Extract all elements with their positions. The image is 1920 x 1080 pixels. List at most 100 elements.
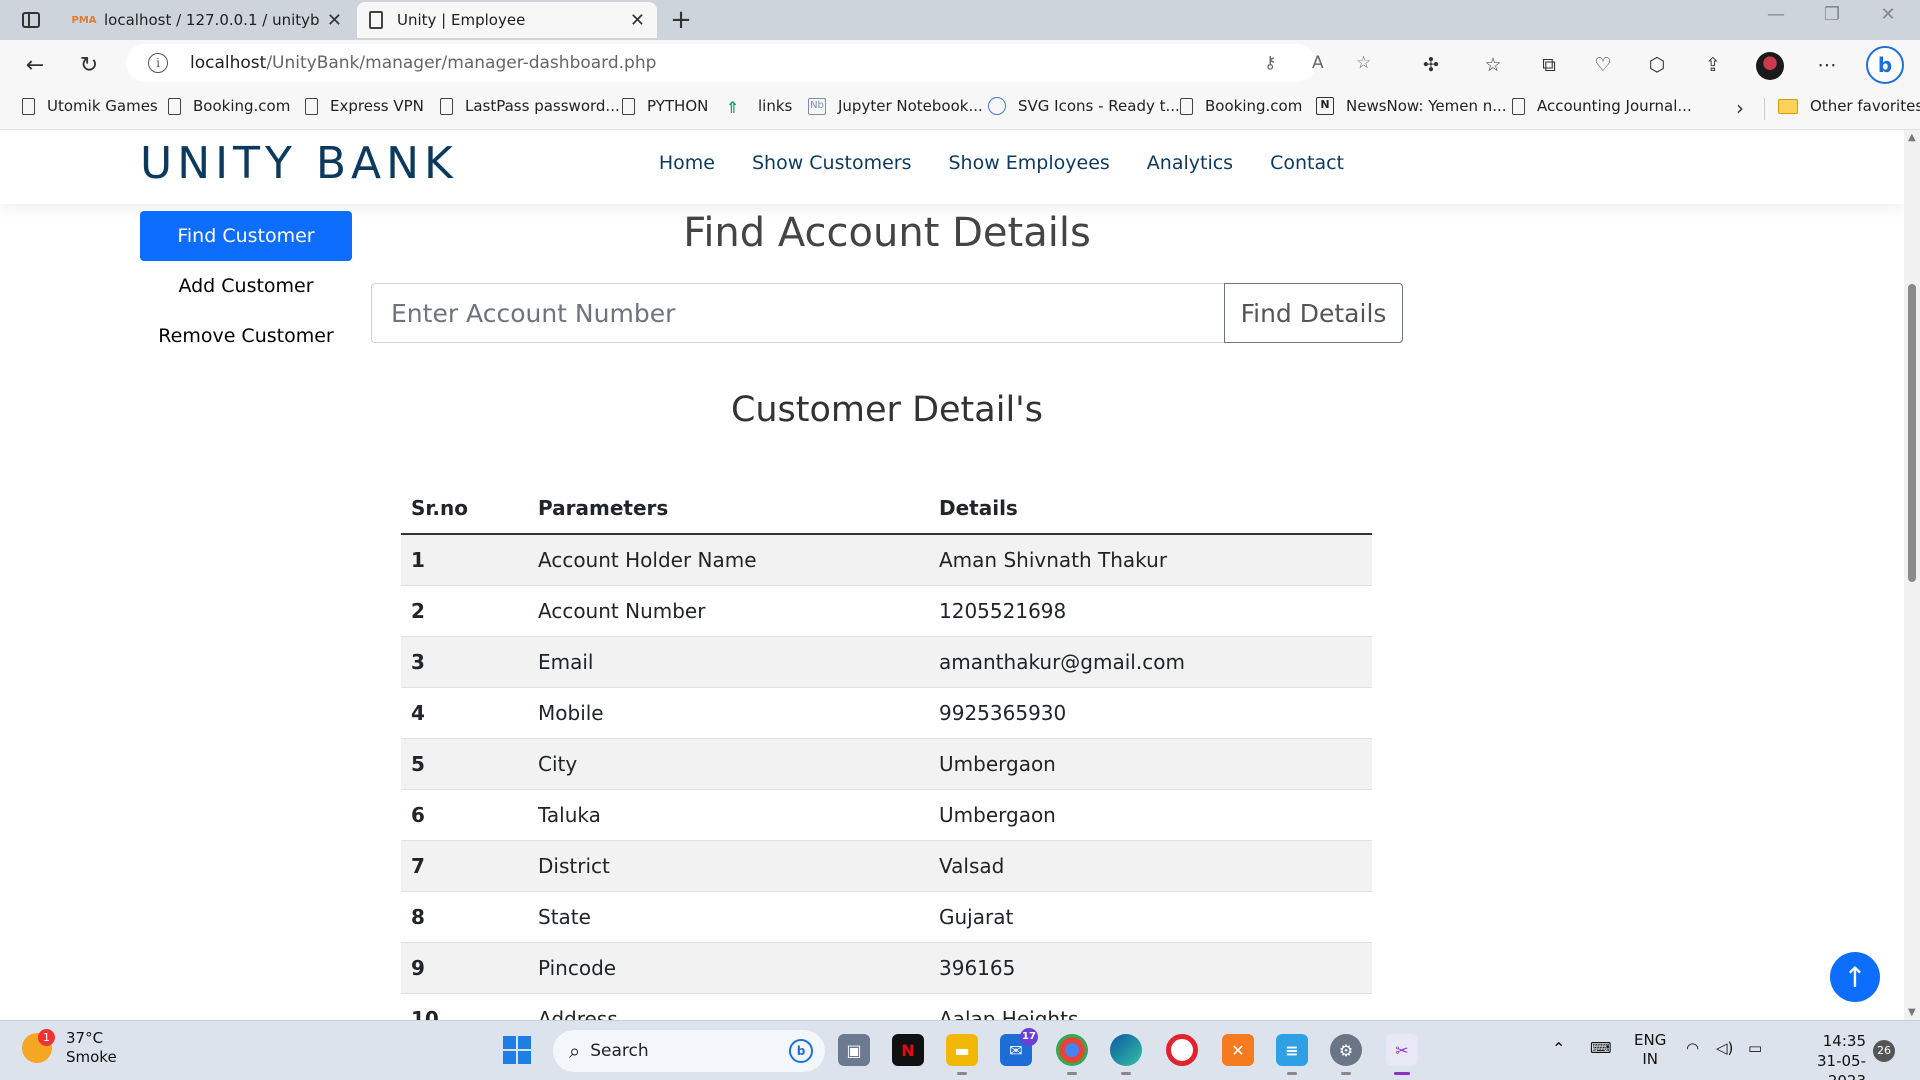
file-explorer-icon[interactable]: ▬ (946, 1034, 978, 1075)
nav-analytics[interactable]: Analytics (1147, 152, 1233, 174)
tab-title: localhost / 127.0.0.1 / unitybank (104, 11, 319, 29)
document-icon (168, 97, 181, 115)
folder-icon (1778, 98, 1798, 114)
bookmark-item[interactable]: Booking.com (168, 97, 290, 115)
bookmark-item[interactable]: ⇑ links (726, 97, 792, 117)
new-tab-button[interactable]: + (666, 5, 696, 35)
scroll-up-icon[interactable]: ▲ (1908, 132, 1916, 143)
weather-badge: 1 (38, 1029, 55, 1046)
reload-button[interactable]: ↻ (72, 48, 106, 82)
cell-parameter: Email (528, 636, 929, 688)
workspaces-icon[interactable]: ⬡ (1644, 52, 1670, 78)
brand-logo[interactable]: UNITY BANK (140, 138, 458, 189)
volume-icon[interactable]: ◁) (1716, 1039, 1733, 1057)
password-key-icon[interactable]: ⚷ (1264, 53, 1276, 73)
chevron-right-icon[interactable]: › (1736, 96, 1744, 120)
cell-srno: 7 (401, 840, 528, 892)
cell-detail: Valsad (929, 840, 1372, 892)
task-view-icon[interactable]: ▣ (838, 1034, 870, 1066)
add-favorite-icon[interactable]: ☆ (1356, 53, 1371, 73)
scroll-down-icon[interactable]: ▼ (1908, 1007, 1916, 1018)
keyboard-icon[interactable]: ⌨ (1590, 1039, 1612, 1057)
scrollbar-thumb[interactable] (1908, 284, 1916, 582)
add-customer-button[interactable]: Add Customer (140, 261, 352, 311)
find-details-button[interactable]: Find Details (1224, 283, 1403, 343)
opera-icon[interactable] (1166, 1034, 1198, 1066)
cell-srno: 6 (401, 789, 528, 841)
clock-time: 14:35 (1822, 1032, 1866, 1050)
battery-icon[interactable]: ▭ (1748, 1039, 1762, 1057)
cell-srno: 8 (401, 891, 528, 943)
bookmark-item[interactable]: SVG Icons - Ready t... (988, 97, 1180, 115)
remove-customer-button[interactable]: Remove Customer (140, 311, 352, 361)
back-button[interactable]: ← (18, 48, 52, 82)
notepad-icon[interactable]: ≡ (1276, 1034, 1308, 1075)
read-aloud-icon[interactable]: A (1312, 53, 1324, 73)
favorites-icon[interactable]: ☆ (1480, 52, 1506, 78)
bookmark-item[interactable]: Booking.com (1180, 97, 1302, 115)
table-row: 7 District Valsad (401, 840, 1372, 892)
nav-show-employees[interactable]: Show Employees (948, 152, 1109, 174)
cell-detail: 396165 (929, 942, 1372, 994)
wifi-icon[interactable]: ◠ (1686, 1039, 1699, 1057)
weather-widget[interactable]: 1 37°C Smoke (22, 1029, 117, 1067)
cell-parameter: City (528, 738, 929, 790)
start-button[interactable] (503, 1036, 531, 1064)
scroll-to-top-button[interactable]: ↑ (1830, 952, 1880, 1002)
mail-icon[interactable]: ✉ 17 (1000, 1028, 1038, 1066)
tab-unity-employee[interactable]: Unity | Employee ✕ (357, 2, 657, 38)
bookmark-item[interactable]: Nb Jupyter Notebook... (808, 97, 983, 115)
bookmark-item[interactable]: Accounting Journal... (1512, 97, 1692, 115)
snipping-tool-icon[interactable]: ✂ (1386, 1034, 1418, 1075)
more-options-icon[interactable]: ⋯ (1814, 52, 1840, 78)
bookmark-item[interactable]: Express VPN (305, 97, 424, 115)
share-icon[interactable]: ⇪ (1700, 52, 1726, 78)
notification-badge[interactable]: 26 (1873, 1040, 1895, 1062)
tab-bar: PMA localhost / 127.0.0.1 / unitybank ✕ … (0, 0, 1920, 40)
address-bar[interactable]: i localhost/UnityBank/manager/manager-da… (126, 44, 1371, 82)
edge-icon[interactable] (1110, 1034, 1142, 1075)
chrome-icon[interactable] (1056, 1034, 1088, 1075)
table-row: 9 Pincode 396165 (401, 942, 1372, 994)
page-scrollbar[interactable]: ▲ ▼ (1904, 130, 1920, 1020)
site-navbar: UNITY BANK Home Show Customers Show Empl… (0, 130, 1904, 204)
other-favorites[interactable]: Other favorites (1778, 97, 1920, 115)
close-tab-icon[interactable]: ✕ (630, 10, 645, 31)
nav-show-customers[interactable]: Show Customers (752, 152, 912, 174)
bookmark-item[interactable]: Utomik Games (22, 97, 158, 115)
nav-contact[interactable]: Contact (1270, 152, 1344, 174)
extensions-icon[interactable]: ✣ (1418, 52, 1444, 78)
cell-detail: Umbergaon (929, 789, 1372, 841)
settings-icon[interactable]: ⚙ (1330, 1034, 1362, 1075)
chevron-up-icon[interactable]: ⌃ (1552, 1039, 1565, 1058)
collections-icon[interactable]: ⧉ (1536, 52, 1562, 78)
table-row: 4 Mobile 9925365930 (401, 687, 1372, 739)
tab-actions-button[interactable] (12, 8, 50, 32)
bing-chat-icon[interactable]: b (1866, 46, 1904, 84)
find-customer-button[interactable]: Find Customer (140, 211, 352, 261)
cell-srno: 9 (401, 942, 528, 994)
nav-home[interactable]: Home (659, 152, 715, 174)
search-icon: ⌕ (569, 1039, 581, 1063)
tab-phpmyadmin[interactable]: PMA localhost / 127.0.0.1 / unitybank ✕ (62, 2, 354, 38)
profile-avatar[interactable] (1756, 52, 1784, 80)
xampp-icon[interactable]: ✕ (1222, 1034, 1254, 1066)
bookmark-item[interactable]: N NewsNow: Yemen n... (1316, 97, 1507, 115)
document-icon (22, 97, 35, 115)
tab-title: Unity | Employee (397, 11, 526, 29)
address-toolbar: ← ↻ i localhost/UnityBank/manager/manage… (0, 40, 1920, 88)
close-window-button[interactable]: ✕ (1868, 4, 1908, 25)
bookmark-item[interactable]: PYTHON (622, 97, 708, 115)
restore-button[interactable]: ❐ (1812, 4, 1852, 25)
bookmark-item[interactable]: LastPass password... (440, 97, 620, 115)
netflix-icon[interactable]: N (892, 1034, 924, 1066)
close-tab-icon[interactable]: ✕ (327, 10, 342, 31)
system-clock[interactable]: 14:35 31-05-2023 (1786, 1031, 1866, 1080)
document-icon (440, 97, 453, 115)
account-number-input[interactable] (371, 283, 1224, 343)
minimize-button[interactable]: — (1756, 4, 1796, 25)
browser-essentials-icon[interactable]: ♡ (1590, 52, 1616, 78)
site-info-icon[interactable]: i (148, 53, 168, 73)
language-indicator[interactable]: ENG IN (1634, 1031, 1666, 1069)
taskbar-search[interactable]: ⌕ Search b (553, 1030, 825, 1072)
